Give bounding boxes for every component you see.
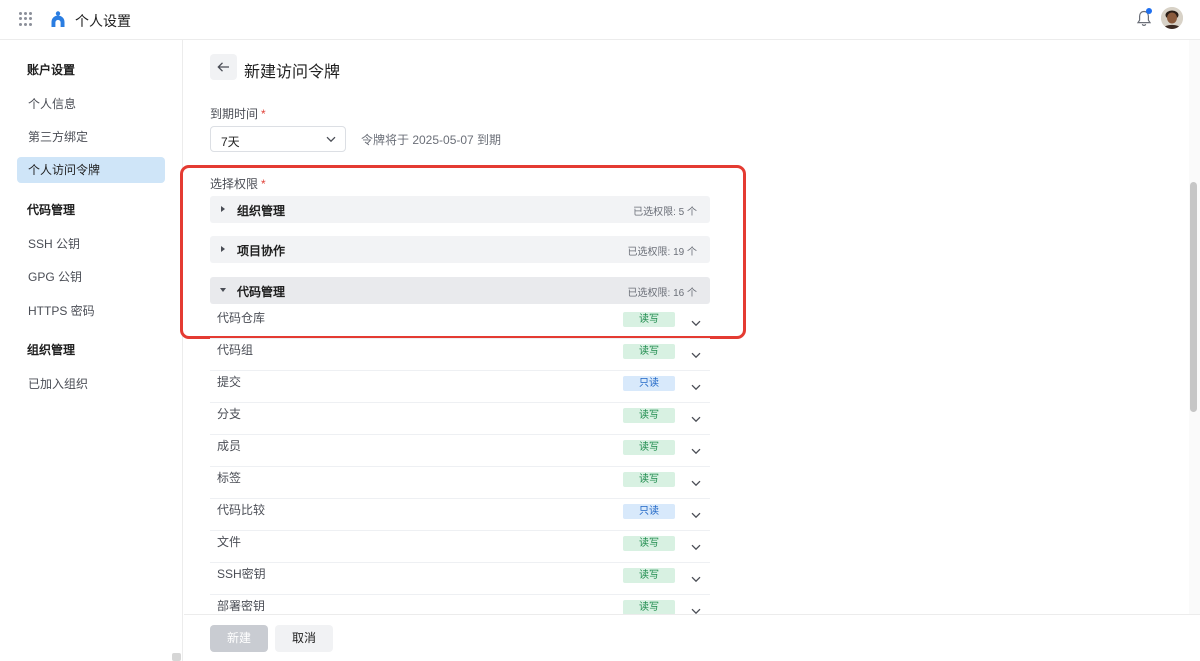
permission-row: 文件 读写 <box>210 531 710 563</box>
caret-right-icon <box>221 246 225 252</box>
permission-group-count: 已选权限: 5 个 <box>633 207 697 218</box>
expire-select-value: 7天 <box>221 135 240 149</box>
access-badge: 读写 <box>623 408 675 423</box>
permission-group-count: 已选权限: 16 个 <box>627 288 697 299</box>
permission-label-text: 选择权限 <box>210 177 259 191</box>
chevron-down-icon[interactable] <box>691 411 701 426</box>
permission-row: 代码仓库 读写 <box>210 307 710 339</box>
chevron-down-icon[interactable] <box>691 315 701 330</box>
access-badge: 读写 <box>623 536 675 551</box>
caret-right-icon <box>221 206 225 212</box>
permission-name: 代码组 <box>217 343 254 357</box>
form-footer: 新建 取消 <box>184 614 1200 661</box>
chevron-down-icon[interactable] <box>691 347 701 362</box>
back-button[interactable] <box>210 54 237 80</box>
permission-name: 成员 <box>217 439 242 453</box>
permission-row: SSH密钥 读写 <box>210 563 710 595</box>
required-mark: * <box>261 177 266 191</box>
sidebar-item-ssh-key[interactable]: SSH 公钥 <box>17 231 165 257</box>
access-badge: 读写 <box>623 472 675 487</box>
permission-row: 代码比较 只读 <box>210 499 710 531</box>
sidebar-scrollbar[interactable] <box>172 653 181 661</box>
cancel-button[interactable]: 取消 <box>275 625 333 652</box>
permission-name: 代码比较 <box>217 503 266 517</box>
permission-name: 标签 <box>217 471 242 485</box>
permission-group-code[interactable]: 代码管理 已选权限: 16 个 <box>210 277 710 304</box>
sidebar-item-https-password[interactable]: HTTPS 密码 <box>17 298 165 324</box>
permission-group-name: 代码管理 <box>237 285 286 299</box>
permission-group-count: 已选权限: 19 个 <box>627 247 697 258</box>
required-mark: * <box>261 107 266 121</box>
sidebar-item-profile[interactable]: 个人信息 <box>17 91 165 117</box>
apps-grid-icon[interactable] <box>19 12 33 26</box>
chevron-down-icon[interactable] <box>691 539 701 554</box>
expire-label-text: 到期时间 <box>210 107 259 121</box>
expire-note: 令牌将于 2025-05-07 到期 <box>361 133 502 147</box>
permission-group-org[interactable]: 组织管理 已选权限: 5 个 <box>210 196 710 223</box>
avatar[interactable] <box>1161 7 1183 29</box>
sidebar: 账户设置 个人信息 第三方绑定 个人访问令牌 代码管理 SSH 公钥 GPG 公… <box>0 40 183 661</box>
chevron-down-icon[interactable] <box>691 379 701 394</box>
expire-label: 到期时间 * <box>210 105 266 122</box>
sidebar-group-account: 账户设置 <box>27 63 76 77</box>
sidebar-item-joined-orgs[interactable]: 已加入组织 <box>17 371 165 397</box>
chevron-down-icon[interactable] <box>691 507 701 522</box>
sidebar-group-code: 代码管理 <box>27 203 76 217</box>
access-badge: 只读 <box>623 504 675 519</box>
access-badge: 读写 <box>623 600 675 615</box>
permission-name: 提交 <box>217 375 242 389</box>
create-button[interactable]: 新建 <box>210 625 268 652</box>
permission-name: SSH密钥 <box>217 567 266 581</box>
permission-row: 成员 读写 <box>210 435 710 467</box>
sidebar-item-third-party[interactable]: 第三方绑定 <box>17 124 165 150</box>
access-badge: 读写 <box>623 312 675 327</box>
chevron-down-icon[interactable] <box>691 571 701 586</box>
permission-row: 标签 读写 <box>210 467 710 499</box>
sidebar-item-gpg-key[interactable]: GPG 公钥 <box>17 264 165 290</box>
permission-label: 选择权限 * <box>210 175 266 192</box>
access-badge: 读写 <box>623 344 675 359</box>
page-title: 新建访问令牌 <box>244 64 341 81</box>
permission-group-name: 项目协作 <box>237 244 286 258</box>
main-scrollbar-thumb[interactable] <box>1190 182 1197 412</box>
caret-down-icon <box>220 288 226 292</box>
sidebar-group-org: 组织管理 <box>27 343 76 357</box>
expire-select[interactable]: 7天 <box>210 126 346 152</box>
permission-row: 分支 读写 <box>210 403 710 435</box>
chevron-down-icon[interactable] <box>691 443 701 458</box>
app-title: 个人设置 <box>75 13 131 29</box>
access-badge: 只读 <box>623 376 675 391</box>
permission-group-project[interactable]: 项目协作 已选权限: 19 个 <box>210 236 710 263</box>
permission-name: 部署密钥 <box>217 599 266 613</box>
access-badge: 读写 <box>623 440 675 455</box>
permission-row: 代码组 读写 <box>210 339 710 371</box>
sidebar-item-access-token[interactable]: 个人访问令牌 <box>17 157 165 183</box>
top-bar: 个人设置 <box>0 0 1200 40</box>
arrow-left-icon <box>217 62 229 72</box>
permission-group-name: 组织管理 <box>237 204 286 218</box>
logo-icon <box>51 11 65 27</box>
permission-row: 提交 只读 <box>210 371 710 403</box>
chevron-down-icon <box>326 136 336 143</box>
permission-name: 分支 <box>217 407 242 421</box>
notification-dot <box>1146 8 1152 14</box>
permission-name: 代码仓库 <box>217 311 266 325</box>
access-badge: 读写 <box>623 568 675 583</box>
permission-name: 文件 <box>217 535 242 549</box>
chevron-down-icon[interactable] <box>691 475 701 490</box>
